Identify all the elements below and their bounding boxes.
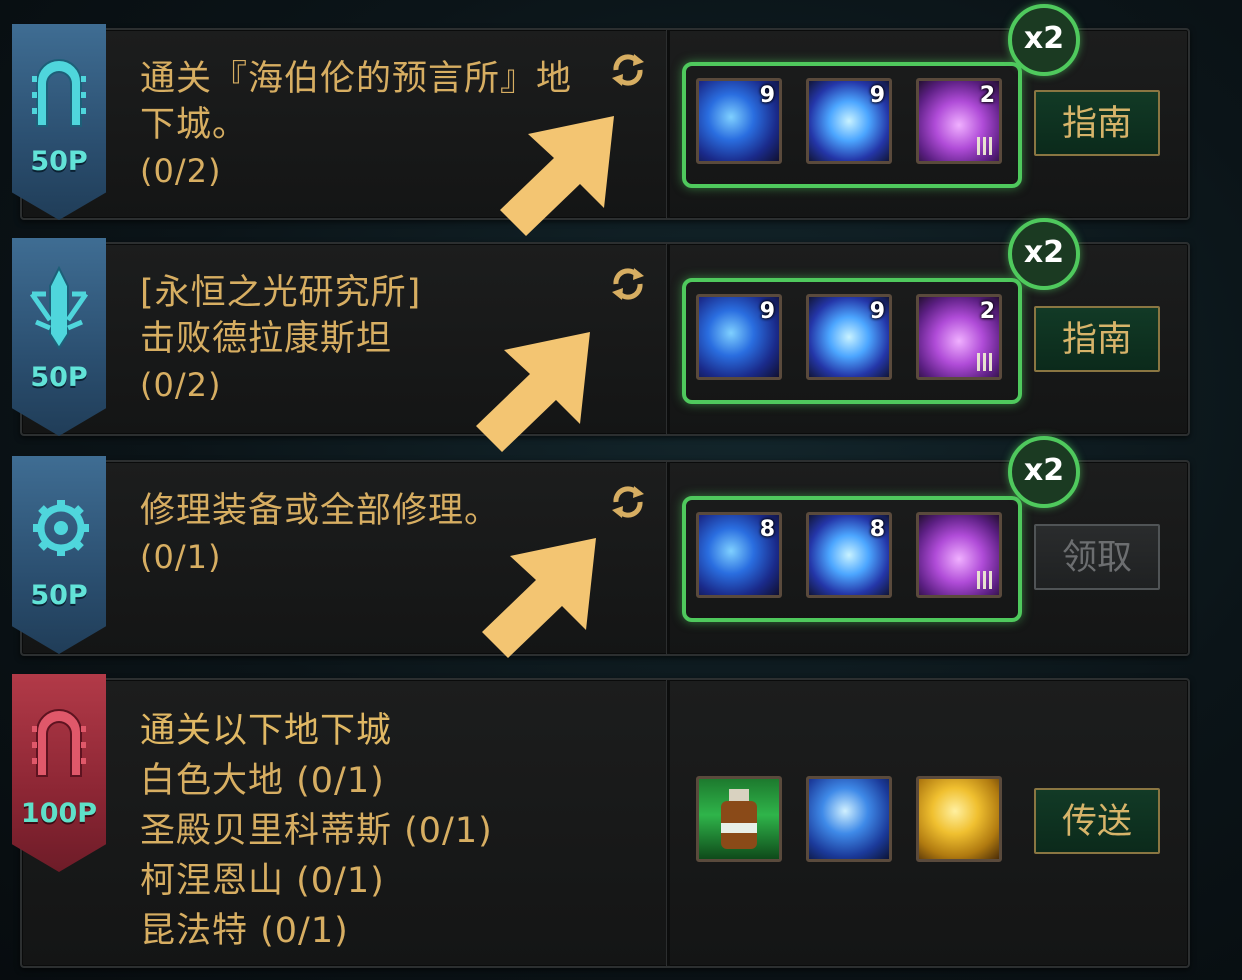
item-count: 9 bbox=[869, 299, 885, 324]
quest-line: 通关以下地下城 bbox=[140, 711, 393, 751]
quest-description: 通关以下地下城 白色大地 (0/1) 圣殿贝里科蒂斯 (0/1) 柯涅恩山 (0… bbox=[140, 706, 493, 956]
points-banner: 50P bbox=[12, 24, 106, 220]
item-count: 2 bbox=[979, 83, 995, 108]
refresh-icon[interactable] bbox=[608, 264, 648, 304]
reward-item-purple-chest[interactable] bbox=[916, 512, 1002, 598]
quest-line: 柯涅恩山 (0/1) bbox=[140, 861, 385, 901]
item-count: 9 bbox=[759, 299, 775, 324]
sword-emblem-icon bbox=[29, 265, 89, 350]
reward-item-blue-crystal[interactable]: 9 bbox=[806, 294, 892, 380]
reward-item-blue-crystal[interactable]: 8 bbox=[806, 512, 892, 598]
tier-mark-icon bbox=[977, 353, 993, 371]
teleport-button[interactable]: 传送 bbox=[1034, 788, 1160, 854]
item-count: 8 bbox=[759, 517, 775, 542]
points-label: 100P bbox=[20, 798, 98, 829]
reward-item-blue-orb[interactable] bbox=[806, 776, 892, 862]
quest-line: 白色大地 (0/1) bbox=[140, 761, 385, 801]
reward-item-purple-chest[interactable]: 2 bbox=[916, 294, 1002, 380]
guide-button[interactable]: 指南 bbox=[1034, 306, 1160, 372]
hint-arrow-icon bbox=[482, 538, 596, 658]
multiplier-badge: x2 bbox=[1008, 436, 1080, 508]
points-banner: 50P bbox=[12, 238, 106, 436]
guide-button[interactable]: 指南 bbox=[1034, 90, 1160, 156]
reward-item-blue-crystal[interactable]: 9 bbox=[806, 78, 892, 164]
quest-line: 通关『海伯伦的预言所』地 bbox=[140, 59, 573, 99]
reward-item-green-potion[interactable] bbox=[696, 776, 782, 862]
panel-divider bbox=[666, 244, 670, 434]
quest-line: 修理装备或全部修理。 bbox=[140, 491, 501, 531]
gate-icon bbox=[32, 709, 86, 777]
panel-divider bbox=[666, 680, 670, 966]
tier-mark-icon bbox=[977, 571, 993, 589]
quest-line: 圣殿贝里科蒂斯 (0/1) bbox=[140, 811, 493, 851]
refresh-icon[interactable] bbox=[608, 482, 648, 522]
item-count: 9 bbox=[759, 83, 775, 108]
item-count: 8 bbox=[869, 517, 885, 542]
panel-divider bbox=[666, 462, 670, 654]
reward-item-blue-gem[interactable]: 9 bbox=[696, 78, 782, 164]
hint-arrow-icon bbox=[476, 332, 590, 452]
item-count: 9 bbox=[869, 83, 885, 108]
quest-line: 昆法特 (0/1) bbox=[140, 911, 349, 951]
points-banner: 100P bbox=[12, 674, 106, 872]
quest-progress: (0/1) bbox=[140, 538, 222, 576]
reward-item-blue-gem[interactable]: 9 bbox=[696, 294, 782, 380]
panel-divider bbox=[666, 30, 670, 218]
multiplier-badge: x2 bbox=[1008, 218, 1080, 290]
reward-item-purple-chest[interactable]: 2 bbox=[916, 78, 1002, 164]
quest-line: 击败德拉康斯坦 bbox=[140, 319, 393, 359]
quest-description: [永恒之光研究所] 击败德拉康斯坦 (0/2) bbox=[140, 270, 421, 408]
reward-item-blue-gem[interactable]: 8 bbox=[696, 512, 782, 598]
gate-icon bbox=[32, 59, 86, 127]
reward-item-gold-box[interactable] bbox=[916, 776, 1002, 862]
claim-button[interactable]: 领取 bbox=[1034, 524, 1160, 590]
green-potion-icon bbox=[721, 789, 757, 849]
refresh-icon[interactable] bbox=[608, 50, 648, 90]
points-label: 50P bbox=[30, 580, 88, 611]
quest-progress: (0/2) bbox=[140, 366, 222, 404]
item-count: 2 bbox=[979, 299, 995, 324]
gear-icon bbox=[33, 500, 89, 556]
multiplier-badge: x2 bbox=[1008, 4, 1080, 76]
points-label: 50P bbox=[30, 146, 88, 177]
tier-mark-icon bbox=[977, 137, 993, 155]
quest-description: 修理装备或全部修理。 (0/1) bbox=[140, 488, 500, 580]
quest-line: [永恒之光研究所] bbox=[140, 273, 422, 313]
hint-arrow-icon bbox=[500, 116, 614, 236]
points-label: 50P bbox=[30, 362, 88, 393]
points-banner: 50P bbox=[12, 456, 106, 654]
